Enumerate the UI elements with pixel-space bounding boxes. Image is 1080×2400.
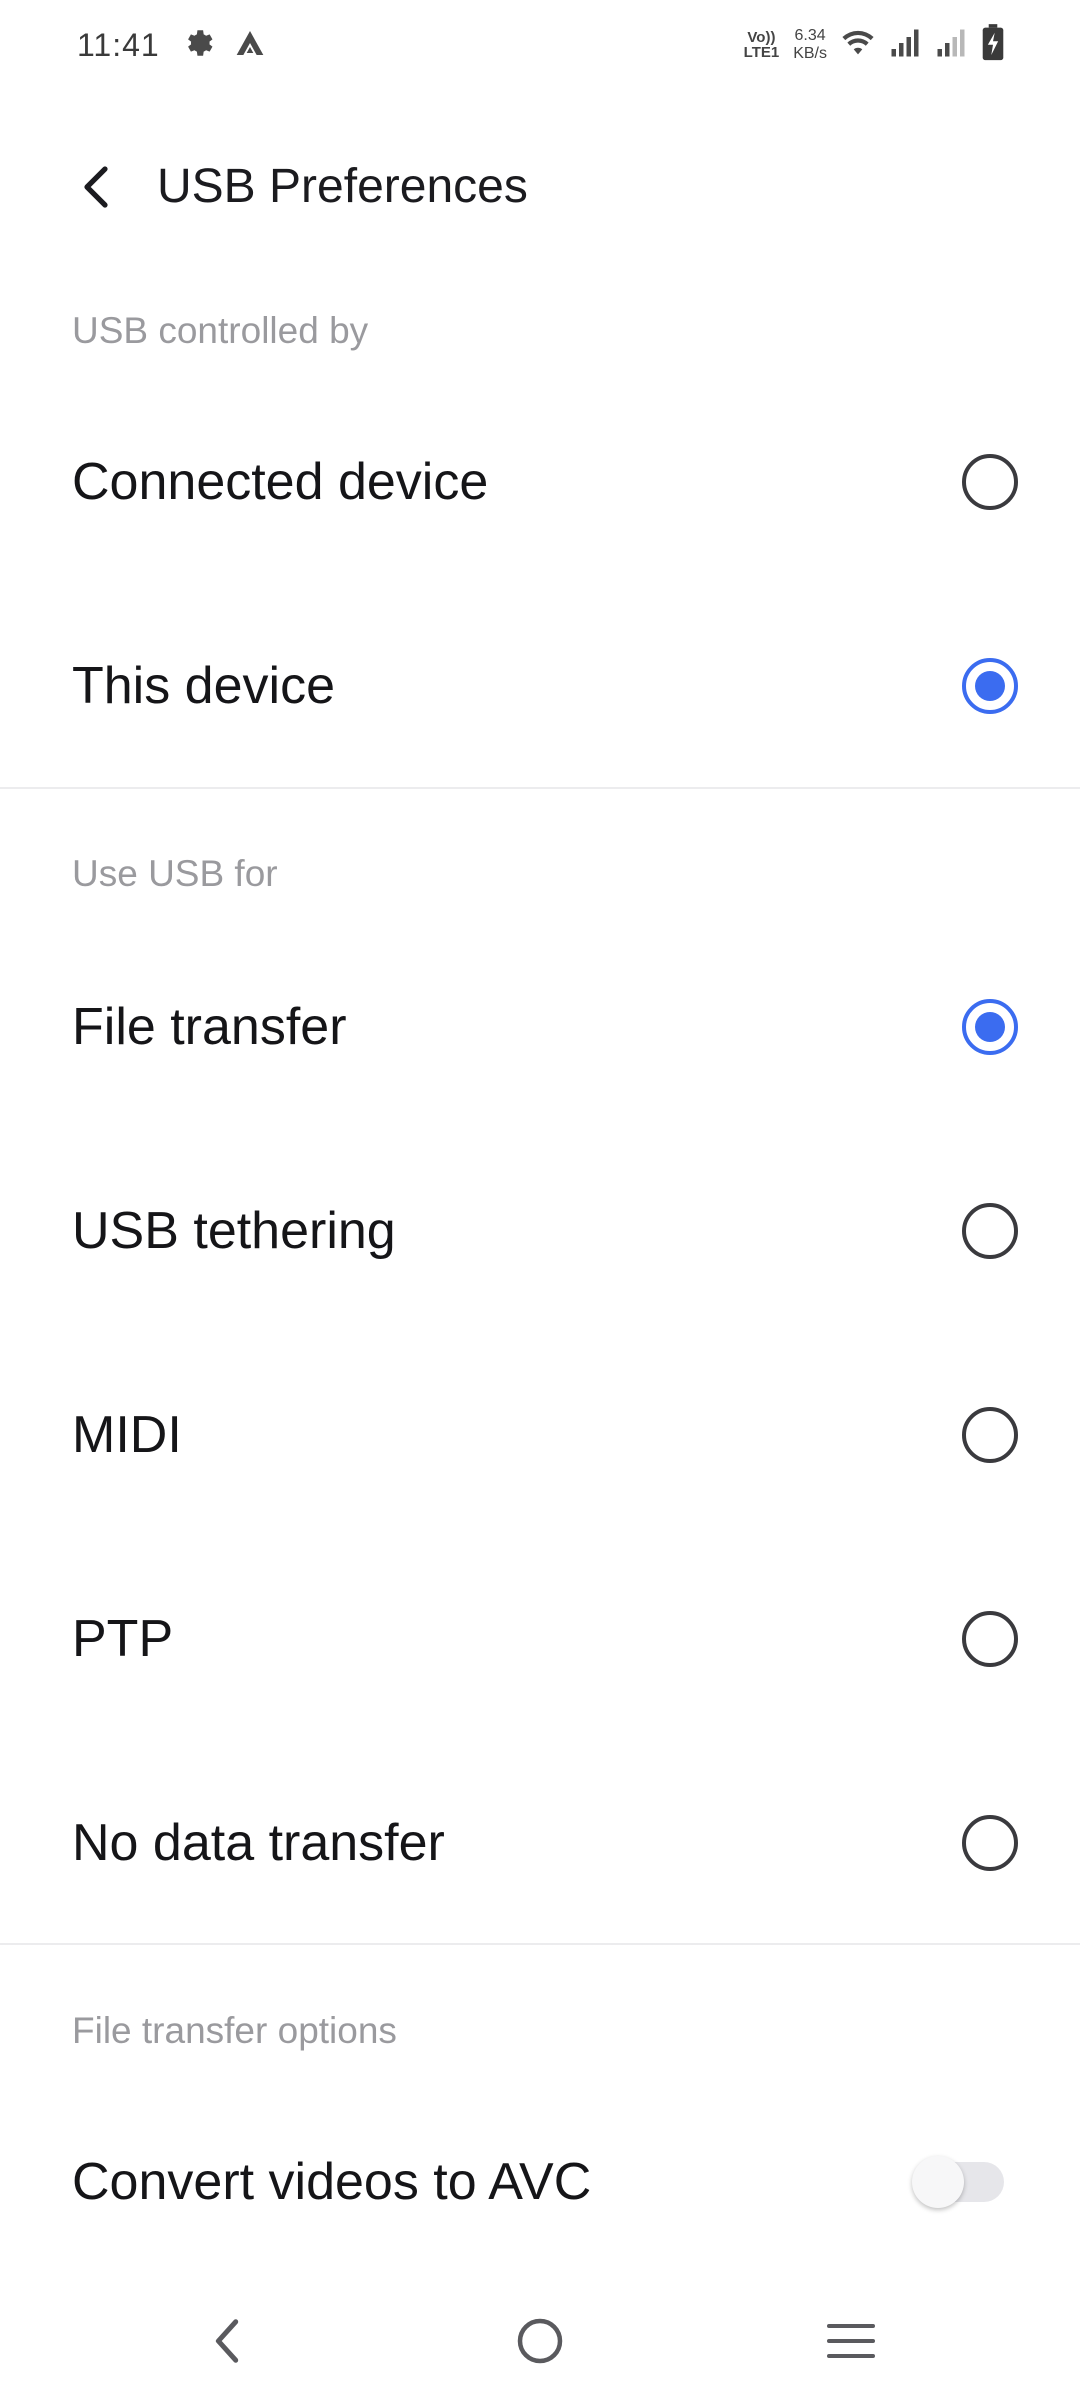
signal-sim1-icon [889,28,921,63]
option-convert-videos-to-avc[interactable]: Convert videos to AVC [0,2080,1080,2284]
option-no-data-transfer[interactable]: No data transfer [0,1741,1080,1945]
option-label: MIDI [72,1406,182,1464]
option-label: File transfer [72,998,347,1056]
back-arrow-icon [84,166,108,208]
option-ptp[interactable]: PTP [0,1537,1080,1741]
top-app-bar: USB Preferences [0,128,1080,244]
status-right-icons: Vo)) LTE1 6.34 KB/s [744,23,1005,67]
status-left-icons [182,26,266,65]
toggle-switch-off[interactable] [912,2156,1004,2208]
wifi-icon [841,28,875,63]
nav-back-button[interactable] [183,2296,273,2386]
network-speed-value: 6.34 [794,27,826,44]
page-title: USB Preferences [157,160,528,213]
section-header-use-usb-for: Use USB for [72,853,278,894]
section-header-file-transfer-options: File transfer options [72,2010,397,2051]
option-usb-tethering[interactable]: USB tethering [0,1129,1080,1333]
option-label: No data transfer [72,1814,445,1872]
app-notification-icon [234,28,266,63]
option-label: Connected device [72,453,489,511]
section-divider [0,787,1080,789]
radio-button-checked[interactable] [962,999,1018,1055]
usb-preferences-screen: 11:41 Vo)) LTE1 6.34 KB/s USB Preference… [0,0,1080,2400]
option-midi[interactable]: MIDI [0,1333,1080,1537]
option-file-transfer[interactable]: File transfer [0,925,1080,1129]
nav-recents-icon [827,2324,875,2358]
radio-button-unchecked[interactable] [962,1815,1018,1871]
nav-back-icon [215,2319,239,2363]
radio-button-unchecked[interactable] [962,1407,1018,1463]
network-speed: 6.34 KB/s [793,27,827,63]
radio-button-unchecked[interactable] [962,1611,1018,1667]
option-label: This device [72,657,335,715]
signal-sim2-icon [935,28,967,63]
section-header-usb-controlled-by: USB controlled by [72,310,369,351]
radio-button-unchecked[interactable] [962,454,1018,510]
nav-home-button[interactable] [495,2296,585,2386]
toggle-knob [912,2156,964,2208]
option-label: PTP [72,1610,174,1668]
status-bar: 11:41 Vo)) LTE1 6.34 KB/s [0,0,1080,90]
nav-recents-button[interactable] [806,2296,896,2386]
radio-button-unchecked[interactable] [962,1203,1018,1259]
network-speed-unit: KB/s [793,45,827,62]
settings-gear-icon [182,26,216,65]
radio-button-checked[interactable] [962,658,1018,714]
volte-top-text: Vo)) [747,29,776,46]
option-connected-device[interactable]: Connected device [0,380,1080,584]
volte-bottom-text: LTE1 [743,44,780,61]
system-navigation-bar [0,2276,1080,2400]
option-this-device[interactable]: This device [0,584,1080,788]
option-label: USB tethering [72,1202,396,1260]
section-divider [0,1943,1080,1945]
nav-home-icon [517,2318,563,2364]
battery-charging-icon [981,23,1005,67]
status-time: 11:41 [77,26,160,63]
option-label: Convert videos to AVC [72,2153,592,2211]
back-button[interactable] [62,152,132,222]
volte-indicator: Vo)) LTE1 [744,30,780,60]
